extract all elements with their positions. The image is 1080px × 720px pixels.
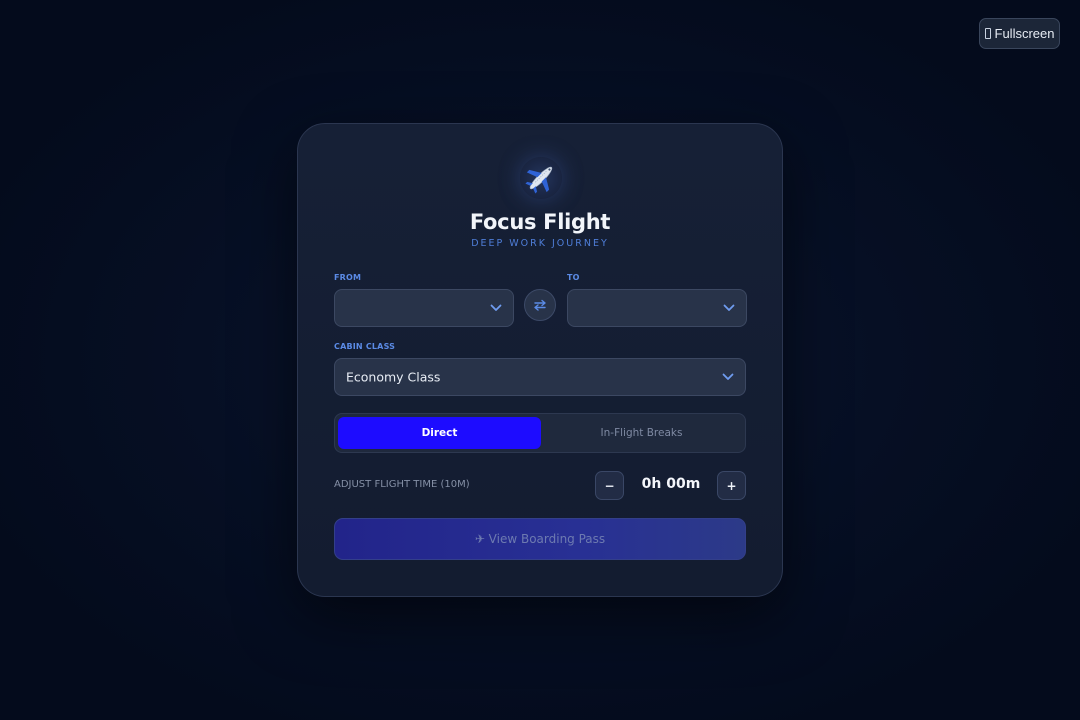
view-boarding-pass-label: ✈ View Boarding Pass <box>474 532 606 546</box>
swap-icon <box>534 299 546 311</box>
from-select[interactable] <box>334 289 514 327</box>
fullscreen-button[interactable]: Fullscreen <box>979 18 1060 49</box>
fullscreen-icon <box>984 28 991 39</box>
app-title: Focus Flight <box>469 210 611 234</box>
increment-time-button[interactable]: + <box>717 471 746 500</box>
fullscreen-label: Fullscreen <box>994 26 1055 41</box>
mode-option-direct[interactable]: Direct <box>338 417 541 449</box>
from-label: FROM <box>334 273 362 282</box>
mode-option-in-flight-breaks[interactable]: In-Flight Breaks <box>540 417 743 449</box>
airplane-logo <box>520 157 562 199</box>
decrement-time-button[interactable]: − <box>595 471 624 500</box>
cabin-class-select[interactable]: Economy Class <box>334 358 746 396</box>
flight-card: Focus Flight DEEP WORK JOURNEY FROM TO C… <box>297 123 783 597</box>
view-boarding-pass-button[interactable]: ✈ View Boarding Pass <box>334 518 746 560</box>
app-subtitle: DEEP WORK JOURNEY <box>471 238 609 249</box>
swap-route-button[interactable] <box>524 289 556 321</box>
flight-time-label: ADJUST FLIGHT TIME (10M) <box>334 479 470 490</box>
to-select[interactable] <box>567 289 747 327</box>
to-label: TO <box>567 273 580 282</box>
flight-mode-toggle: Direct In-Flight Breaks <box>334 413 746 453</box>
chevron-down-icon <box>490 304 502 311</box>
chevron-down-icon <box>723 304 735 311</box>
airplane-icon <box>525 166 553 194</box>
chevron-down-icon <box>722 373 734 380</box>
flight-time-value: 0h 00m <box>641 476 701 492</box>
cabin-class-value: Economy Class <box>346 369 441 385</box>
cabin-class-label: CABIN CLASS <box>334 342 396 351</box>
